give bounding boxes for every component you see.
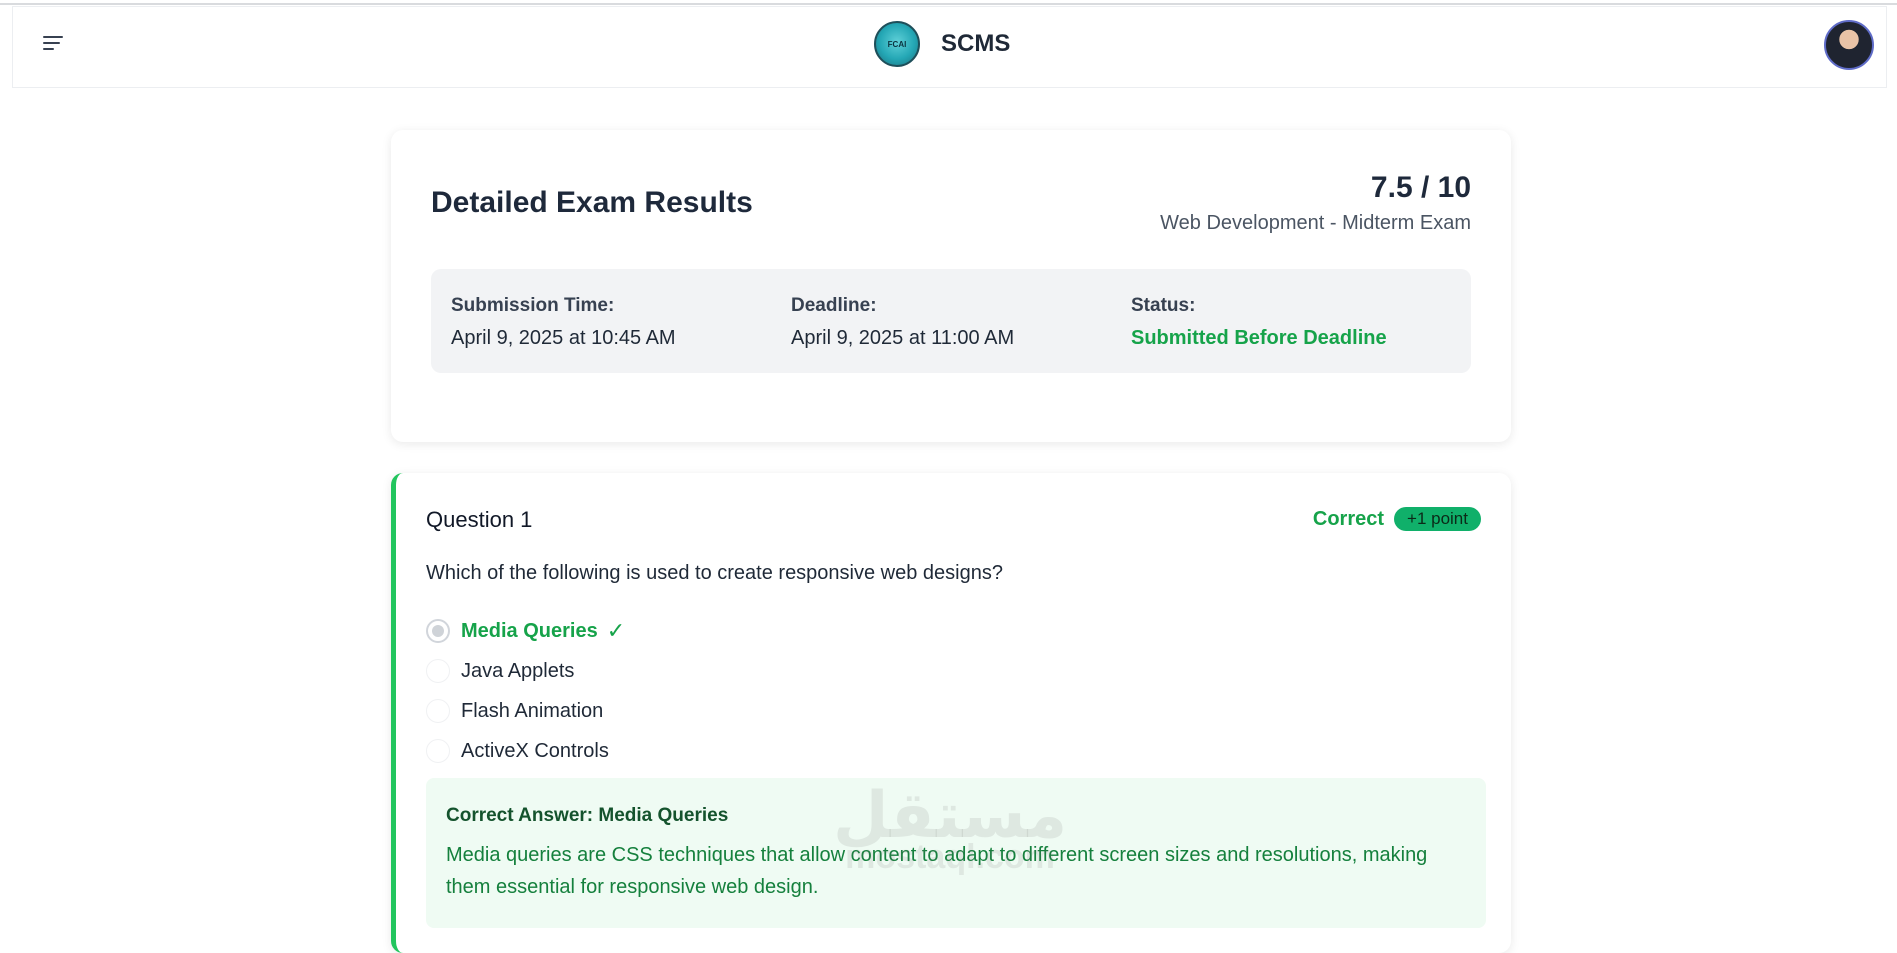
question-card: Question 1 Correct +1 point Which of the… (391, 473, 1511, 953)
radio-unselected[interactable] (426, 659, 450, 683)
submission-info: Submission Time: April 9, 2025 at 10:45 … (431, 269, 1471, 373)
app-name: SCMS (941, 30, 1011, 57)
deadline-section: Deadline: April 9, 2025 at 11:00 AM (791, 295, 1014, 350)
radio-unselected[interactable] (426, 699, 450, 723)
exam-name: Web Development - Midterm Exam (1160, 212, 1471, 234)
option-label: ActiveX Controls (461, 739, 609, 762)
college-logo: FCAI (874, 21, 920, 67)
points-badge: +1 point (1394, 507, 1481, 531)
question-title: Question 1 (426, 507, 533, 532)
status-value: Submitted Before Deadline (1131, 327, 1387, 349)
deadline-label: Deadline: (791, 295, 877, 316)
submission-time-section: Submission Time: April 9, 2025 at 10:45 … (451, 295, 676, 350)
status-label: Status: (1131, 295, 1196, 316)
exam-summary-card: Detailed Exam Results 7.5 / 10 Web Devel… (391, 130, 1511, 442)
answer-options: Media Queries ✓ Java Applets Flash Anima… (426, 611, 625, 771)
option-activex-controls[interactable]: ActiveX Controls (426, 731, 625, 771)
radio-selected[interactable] (426, 619, 450, 643)
answer-explanation: Media queries are CSS techniques that al… (446, 844, 1428, 898)
option-label: Flash Animation (461, 699, 604, 722)
check-icon: ✓ (606, 618, 626, 643)
option-java-applets[interactable]: Java Applets (426, 651, 625, 691)
page-title: Detailed Exam Results (431, 186, 753, 219)
submission-time-label: Submission Time: (451, 295, 615, 316)
question-result: Correct +1 point (1313, 507, 1481, 531)
correct-answer-box: Correct Answer: Media Queries Media quer… (426, 778, 1486, 928)
top-border-line (0, 3, 1897, 5)
brand[interactable]: FCAI SCMS (874, 21, 1010, 67)
status-section: Status: Submitted Before Deadline (1131, 295, 1387, 350)
hamburger-menu-icon[interactable] (43, 36, 67, 60)
radio-unselected[interactable] (426, 739, 450, 763)
question-text: Which of the following is used to create… (426, 562, 1003, 584)
option-media-queries[interactable]: Media Queries ✓ (426, 611, 625, 651)
option-label: Media Queries (461, 619, 598, 642)
submission-time-value: April 9, 2025 at 10:45 AM (451, 327, 676, 349)
correct-answer-title: Correct Answer: Media Queries (446, 805, 729, 826)
logo-text: FCAI (887, 39, 907, 49)
exam-score: 7.5 / 10 (1370, 171, 1471, 204)
option-flash-animation[interactable]: Flash Animation (426, 691, 625, 731)
navbar: FCAI SCMS (12, 6, 1887, 88)
deadline-value: April 9, 2025 at 11:00 AM (791, 327, 1015, 349)
option-label: Java Applets (461, 659, 575, 682)
result-label: Correct (1312, 507, 1385, 530)
user-avatar[interactable] (1824, 20, 1874, 70)
